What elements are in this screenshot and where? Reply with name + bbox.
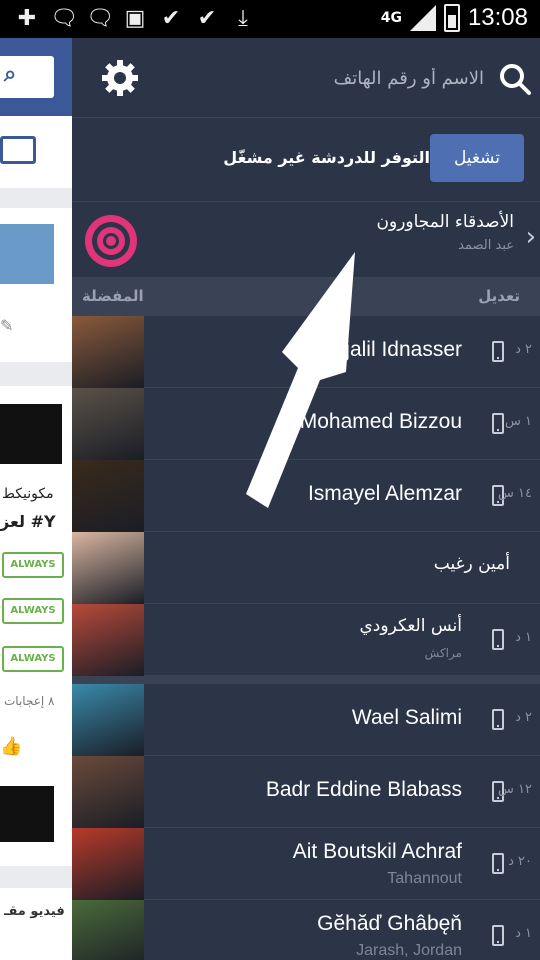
chat-search-bar <box>72 38 540 118</box>
mobile-phone-icon <box>492 413 504 434</box>
contact-name: Gĕhăď Ghâbęň <box>317 912 462 935</box>
check-icon: ✔ <box>197 6 217 31</box>
contact-row[interactable]: Abdeljalil Idnasser ٢ د <box>72 316 540 388</box>
avatar <box>72 316 144 388</box>
avatar <box>72 460 144 532</box>
contact-name: Mohamed Bizzou <box>299 410 462 433</box>
contact-name: Wael Salimi <box>351 706 462 729</box>
contact-row[interactable]: Ait Boutskil Achraf Tahannout ٢٠ د <box>72 828 540 900</box>
chat-availability-text: التوفر للدردشة غير مشغّل <box>223 148 430 167</box>
contact-name: أمين رغيب <box>433 554 510 574</box>
status-bar: ✚ 🗨 🗨 ▣ ✔ ✔ ⤓ 4G 13:08 <box>0 0 540 38</box>
post-text: فيديو مقـ <box>4 904 65 919</box>
background-composer: ✎ <box>0 208 72 362</box>
post-text: مكونيكط <box>2 486 54 502</box>
last-active-time: ٢ د <box>515 342 532 357</box>
chat-drawer: تشغيل التوفر للدردشة غير مشغّل الأصدقاء … <box>72 38 540 960</box>
avatar <box>72 388 144 460</box>
contact-search-input[interactable] <box>184 64 484 92</box>
battery-icon <box>443 4 460 32</box>
mobile-phone-icon <box>492 853 504 874</box>
search-icon[interactable] <box>498 62 532 96</box>
feed-icon[interactable] <box>0 136 36 164</box>
clock: 13:08 <box>467 4 528 31</box>
messenger-icon: 🗨 <box>50 6 78 31</box>
avatar <box>72 532 144 604</box>
edit-favorites-button[interactable]: تعديل <box>478 287 520 305</box>
contact-row[interactable]: Wael Salimi ٢ د <box>72 684 540 756</box>
always-badge[interactable]: ALWAYS <box>2 598 64 624</box>
contact-row[interactable]: Gĕhăď Ghâbęň Jarash, Jordan ١ د <box>72 900 540 960</box>
likes-count: ٨ إعجابات <box>4 694 55 708</box>
last-active-time: ١ د <box>515 926 532 941</box>
contact-row[interactable]: Badr Eddine Blabass ١٢ س <box>72 756 540 828</box>
background-post: مكونيكط لعز #Y ALWAYS ALWAYS ALWAYS ٨ إع… <box>0 386 72 866</box>
last-active-time: ١ د <box>515 630 532 645</box>
contacts-list: Wael Salimi ٢ د Badr Eddine Blabass ١٢ س Ait… <box>72 684 540 960</box>
chat-availability-row: تشغيل التوفر للدردشة غير مشغّل <box>72 118 540 202</box>
contact-name: Abdeljalil Idnasser <box>291 338 462 361</box>
background-page: ب ⌕ ✎ مكونيكط لعز #Y ALWAYS ALWAYS ALWAY… <box>0 38 72 960</box>
always-badge[interactable]: ALWAYS <box>2 552 64 578</box>
nearby-friends-icon <box>85 215 137 267</box>
post-text: لعز #Y <box>0 512 56 531</box>
contact-location: Jarash, Jordan <box>356 942 462 959</box>
mobile-phone-icon <box>492 629 504 650</box>
contact-name: Ait Boutskil Achraf <box>292 840 462 863</box>
image-icon: ▣ <box>124 6 146 31</box>
nearby-friends-title: الأصدقاء المجاورون <box>376 212 514 232</box>
avatar <box>0 224 54 284</box>
contact-row[interactable]: Ismayel Alemzar ١٤ س <box>72 460 540 532</box>
favorites-label: المفضلة <box>82 287 144 305</box>
section-divider <box>72 676 540 684</box>
last-active-time: ٢٠ د <box>508 854 532 869</box>
avatar <box>72 684 144 756</box>
avatar <box>72 828 144 900</box>
always-badge[interactable]: ALWAYS <box>2 646 64 672</box>
last-active-time: ١٢ س <box>498 782 532 797</box>
download-icon: ⤓ <box>238 6 248 31</box>
notification-icons: ✚ 🗨 🗨 ▣ ✔ ✔ ⤓ <box>14 6 256 32</box>
nearby-friends-subtitle: عبد الصمد <box>458 238 514 253</box>
nearby-friends-row[interactable]: الأصدقاء المجاورون عبد الصمد › <box>72 202 540 278</box>
background-search-box[interactable]: ب ⌕ <box>0 56 54 98</box>
avatar <box>72 756 144 828</box>
search-icon: ⌕ <box>4 62 17 87</box>
gear-icon[interactable] <box>100 58 140 98</box>
turn-on-chat-button[interactable]: تشغيل <box>430 134 524 182</box>
mobile-phone-icon <box>492 341 504 362</box>
chevron-right-icon: › <box>525 222 536 252</box>
messenger-icon: 🗨 <box>86 6 114 31</box>
favorites-list: Abdeljalil Idnasser ٢ د Mohamed Bizzou ١ س I… <box>72 316 540 676</box>
signal-icon <box>409 5 436 31</box>
last-active-time: ١ س <box>505 414 532 429</box>
favorites-header: المفضلة تعديل <box>72 278 540 316</box>
add-friend-icon: ✚ <box>17 6 37 31</box>
check-icon: ✔ <box>161 6 181 31</box>
background-tabs <box>0 116 72 188</box>
contact-name: أنس العكرودي <box>359 616 463 636</box>
contact-row[interactable]: أنس العكرودي مراكش ١ د <box>72 604 540 676</box>
avatar <box>72 900 144 960</box>
contact-name: Badr Eddine Blabass <box>265 778 462 801</box>
contact-name: Ismayel Alemzar <box>307 482 462 505</box>
last-active-time: ١٤ س <box>498 486 532 501</box>
post-image <box>0 404 62 464</box>
avatar <box>72 604 144 676</box>
contact-location: Tahannout <box>387 870 462 887</box>
background-header: ب ⌕ <box>0 38 72 116</box>
contact-row[interactable]: أمين رغيب <box>72 532 540 604</box>
post-image <box>0 786 54 842</box>
contact-location: مراكش <box>424 646 462 660</box>
contact-row[interactable]: Mohamed Bizzou ١ س <box>72 388 540 460</box>
network-type: 4G <box>380 10 402 26</box>
background-post: فيديو مقـ <box>0 888 72 960</box>
last-active-time: ٢ د <box>515 710 532 725</box>
edit-icon[interactable]: ✎ <box>0 316 13 335</box>
mobile-phone-icon <box>492 925 504 946</box>
like-icon[interactable]: 👍 <box>0 736 22 757</box>
mobile-phone-icon <box>492 709 504 730</box>
